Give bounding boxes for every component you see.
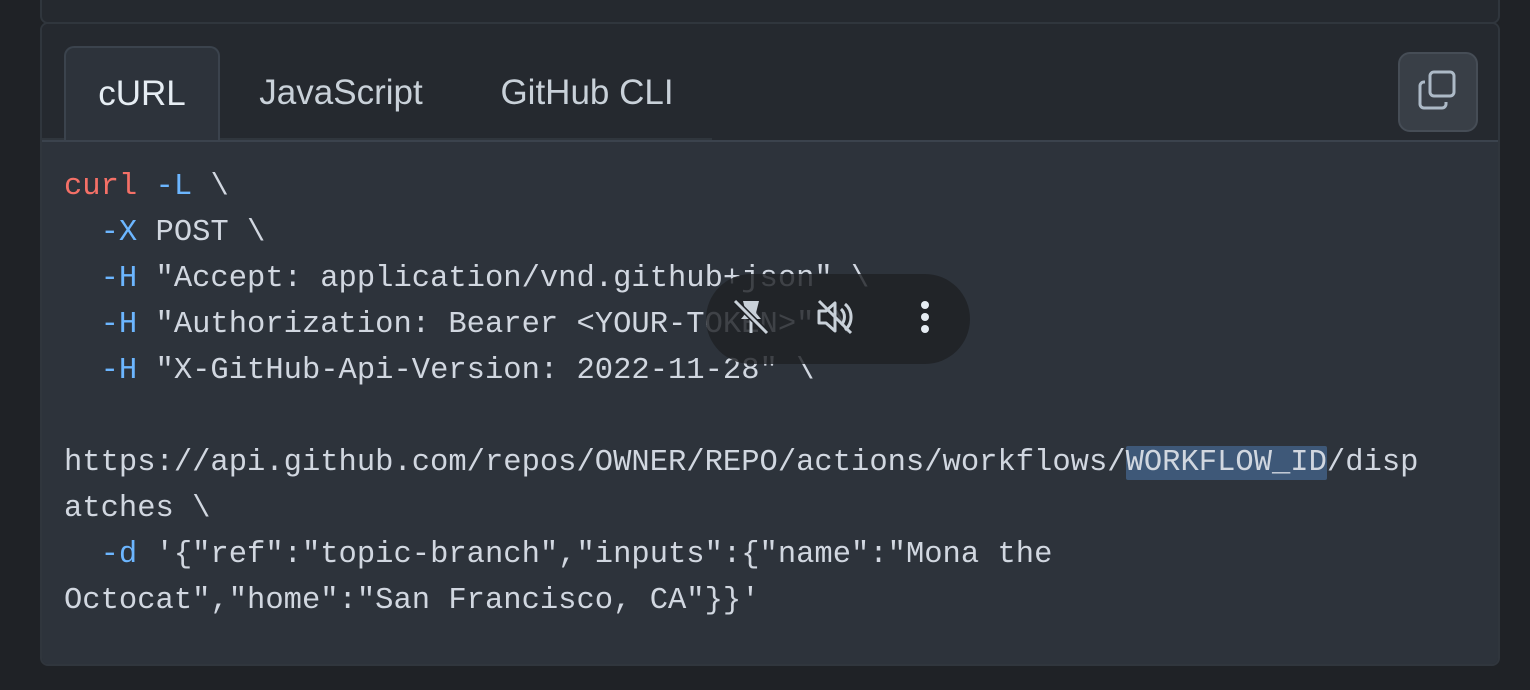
code-url-wrap: atches \: [64, 492, 211, 526]
page: cURL JavaScript GitHub CLI curl -L \ -X …: [0, 0, 1530, 690]
code-line-rest: POST \: [137, 216, 266, 250]
code-line-wrap: Octocat","home":"San Francisco, CA"}}': [64, 584, 760, 618]
code-flag: -H: [100, 354, 138, 388]
code-line-rest: \: [192, 170, 229, 204]
tab-github-cli[interactable]: GitHub CLI: [474, 46, 700, 140]
code-text[interactable]: curl -L \ -X POST \ -H "Accept: applicat…: [64, 164, 1418, 624]
copy-button[interactable]: [1398, 52, 1478, 132]
mute-button[interactable]: [810, 294, 860, 344]
copy-icon: [1416, 68, 1460, 117]
volume-off-icon: [813, 295, 857, 344]
code-url: https://api.github.com/repos/OWNER/REPO/…: [64, 446, 1126, 480]
previous-panel: [40, 0, 1500, 24]
tab-javascript[interactable]: JavaScript: [234, 46, 448, 140]
tab-curl[interactable]: cURL: [64, 46, 220, 140]
code-flag: -L: [155, 170, 193, 204]
pin-off-button[interactable]: [726, 294, 776, 344]
language-tabbar: cURL JavaScript GitHub CLI: [42, 24, 1498, 140]
selected-text[interactable]: WORKFLOW_ID: [1125, 446, 1327, 480]
code-flag: -H: [100, 262, 138, 296]
media-overlay: [706, 274, 970, 364]
code-flag: -X: [100, 216, 138, 250]
more-options-button[interactable]: [900, 294, 950, 344]
code-line-rest: "X-GitHub-Api-Version: 2022-11-28" \: [137, 354, 815, 388]
more-vertical-icon: [903, 295, 947, 344]
code-url-end: /disp: [1326, 446, 1419, 480]
code-command: curl: [64, 170, 138, 204]
code-line-rest: '{"ref":"topic-branch","inputs":{"name":…: [137, 538, 1053, 572]
code-flag: -d: [100, 538, 138, 572]
code-block[interactable]: curl -L \ -X POST \ -H "Accept: applicat…: [42, 140, 1498, 664]
pin-off-icon: [729, 295, 773, 344]
code-flag: -H: [100, 308, 138, 342]
